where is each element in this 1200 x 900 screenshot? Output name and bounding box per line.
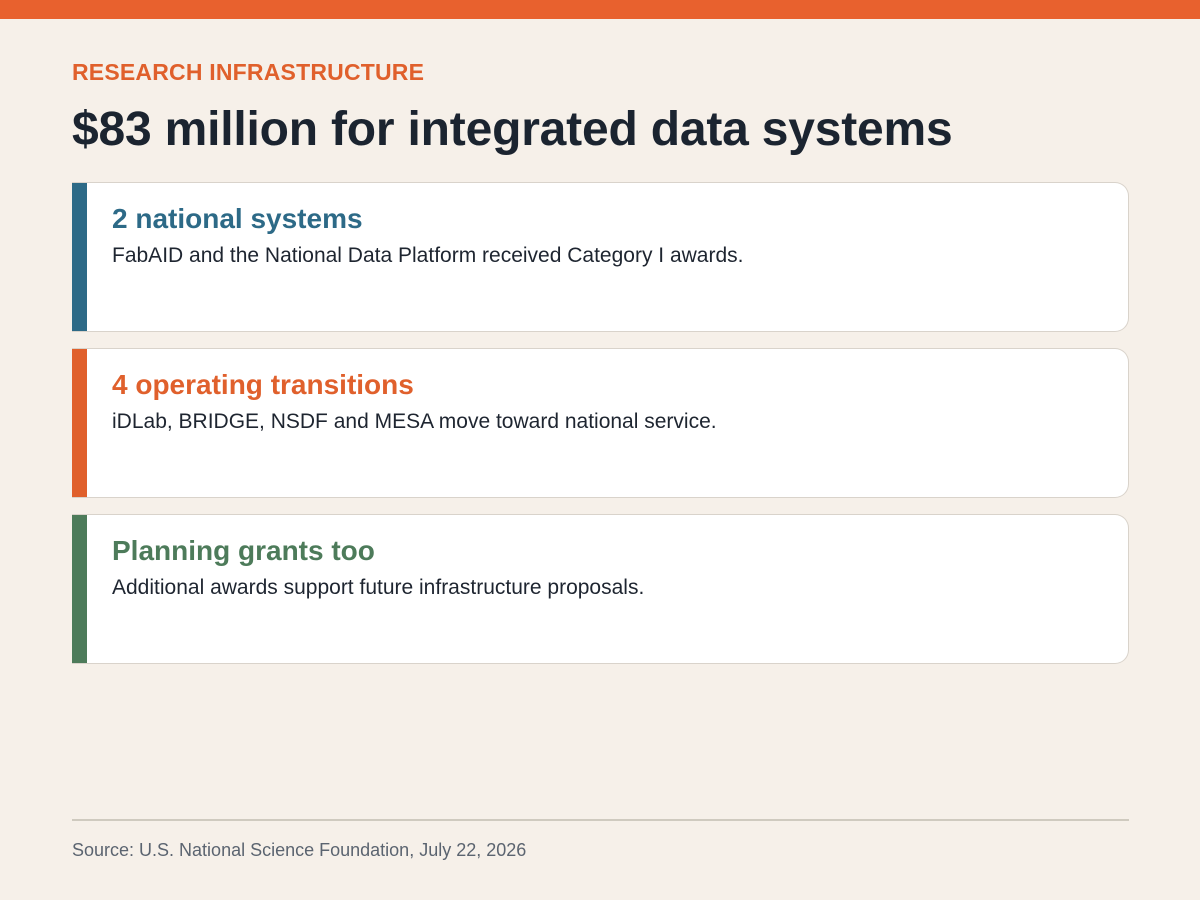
footer-divider [72,819,1129,821]
card-title: 2 national systems [112,203,363,234]
card-description: iDLab, BRIDGE, NSDF and MESA move toward… [112,410,717,433]
stat-card-operating-transitions: 4 operating transitions iDLab, BRIDGE, N… [72,348,1129,498]
card-accent-bar [72,515,87,663]
stat-card-national-systems: 2 national systems FabAID and the Nation… [72,182,1129,332]
stat-card-planning-grants: Planning grants too Additional awards su… [72,514,1129,664]
card-description: FabAID and the National Data Platform re… [112,244,744,267]
stat-card-list: 2 national systems FabAID and the Nation… [72,182,1129,680]
card-accent-bar [72,349,87,497]
card-title: 4 operating transitions [112,369,414,400]
section-eyebrow: RESEARCH INFRASTRUCTURE [72,59,425,85]
page-title: $83 million for integrated data systems [72,103,953,156]
card-description: Additional awards support future infrast… [112,576,645,599]
card-title: Planning grants too [112,535,375,566]
source-note: Source: U.S. National Science Foundation… [72,840,527,860]
top-accent-bar [0,0,1200,19]
card-accent-bar [72,183,87,331]
